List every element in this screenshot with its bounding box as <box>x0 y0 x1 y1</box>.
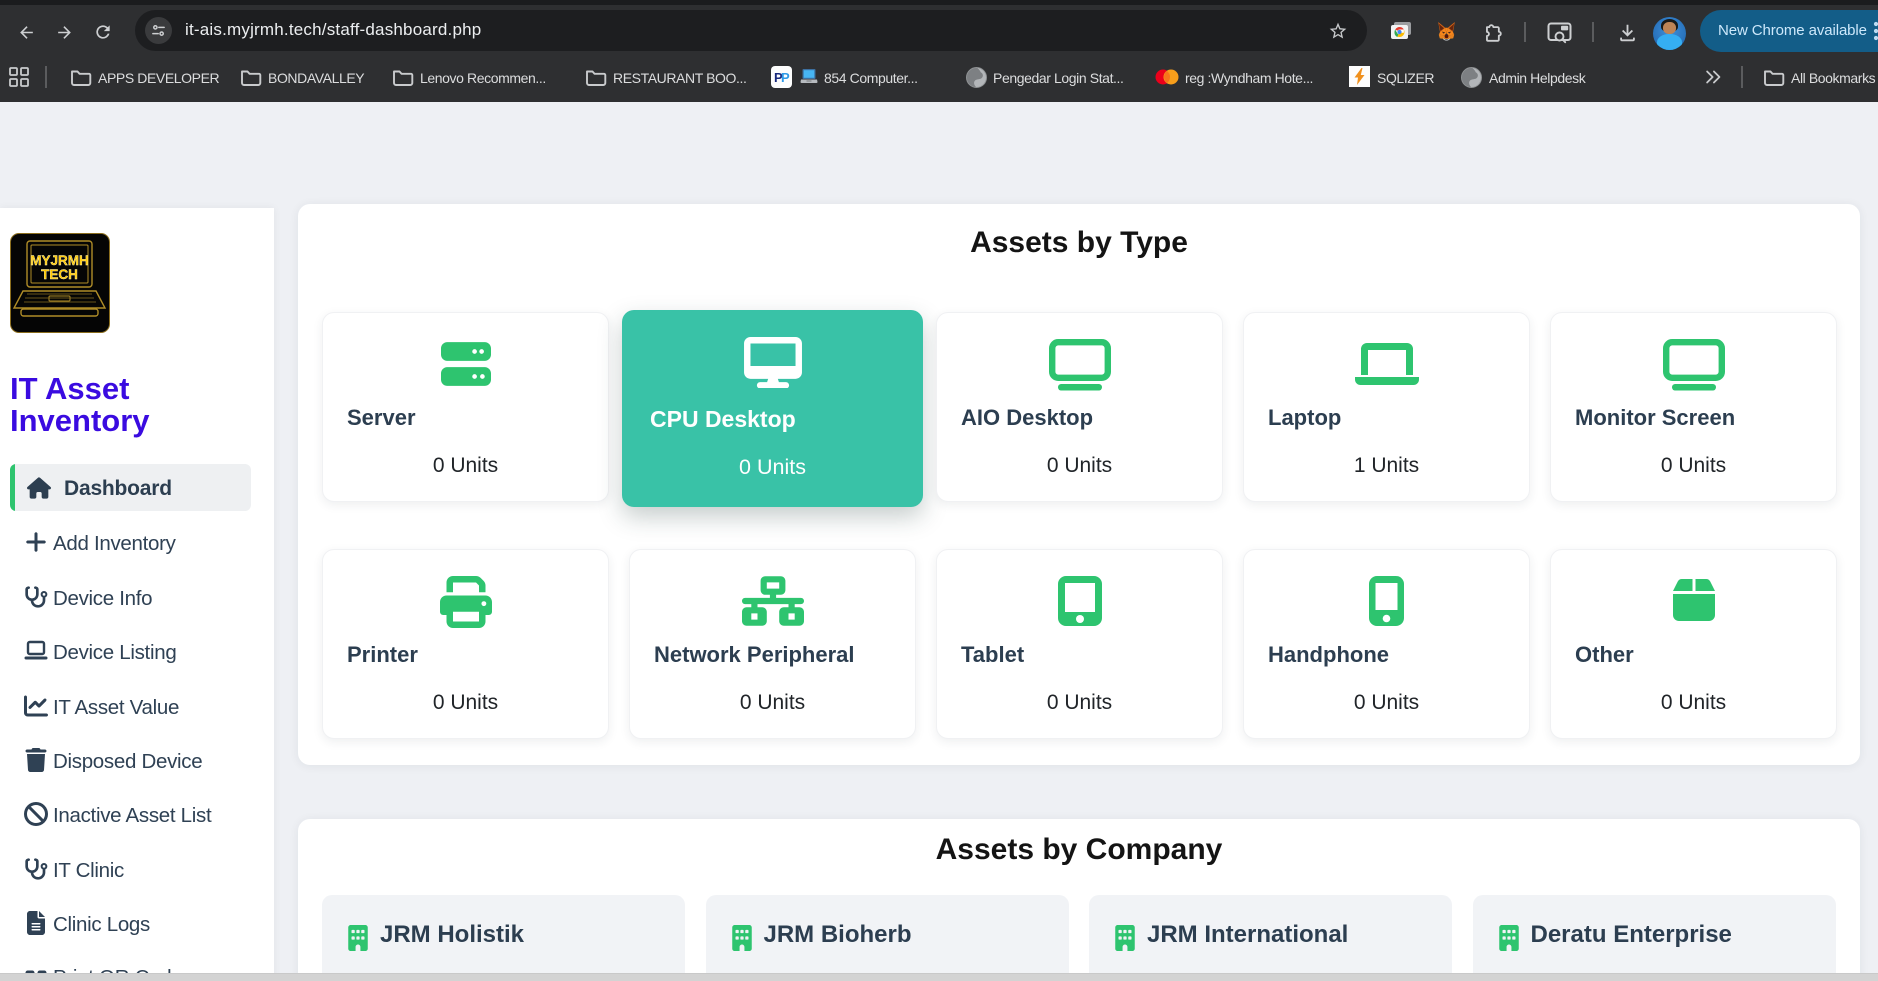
svg-text:TECH: TECH <box>41 267 78 282</box>
svg-text:MYJRMH: MYJRMH <box>30 253 89 268</box>
svg-text:P: P <box>781 70 790 85</box>
